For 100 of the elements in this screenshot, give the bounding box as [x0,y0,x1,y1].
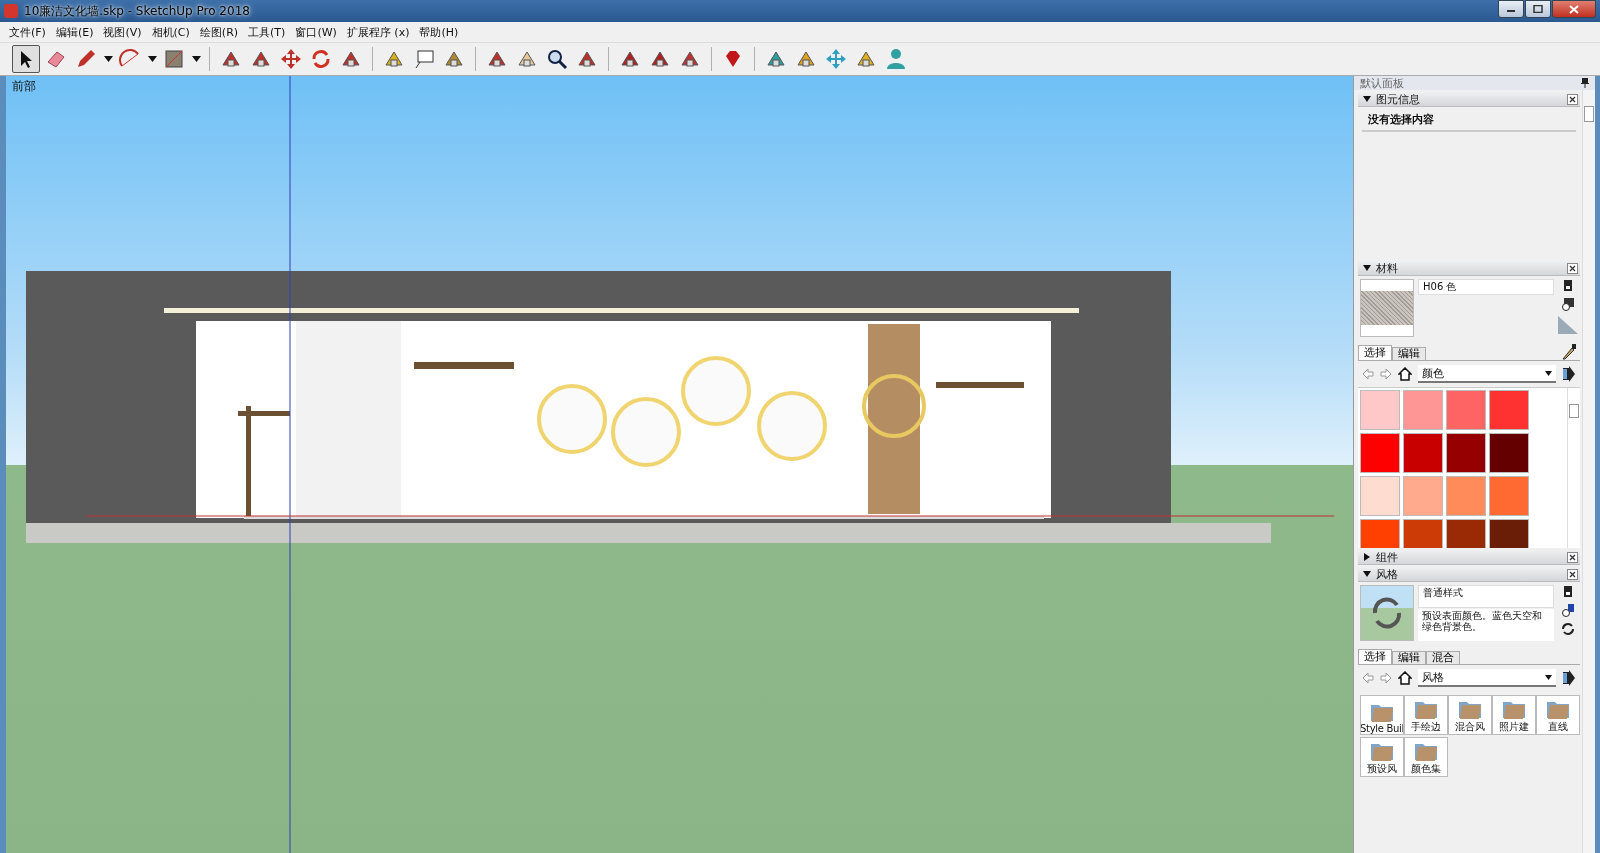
menu-item[interactable]: 帮助(H) [416,24,462,40]
maximize-button[interactable] [1525,0,1551,18]
library-dropdown[interactable]: 风格 [1418,669,1556,687]
section-header[interactable]: 材料 [1358,261,1580,276]
caret-icon [1545,674,1552,680]
section-header[interactable]: 组件 [1358,550,1580,565]
color-swatch[interactable] [1489,519,1529,548]
color-swatch[interactable] [1360,390,1400,430]
color-swatch[interactable] [1446,433,1486,473]
color-swatch[interactable] [1489,476,1529,516]
home-icon[interactable] [1398,367,1412,381]
color-swatch[interactable] [1360,476,1400,516]
window-title: 10廉洁文化墙.skp - SketchUp Pro 2018 [24,2,251,20]
menu-item[interactable]: 绘图(R) [196,24,242,40]
details-arrow-icon[interactable] [1562,670,1576,686]
style-folder[interactable]: Style Buil [1360,695,1404,735]
details-arrow-icon[interactable] [1562,366,1576,382]
color-swatch[interactable] [1403,519,1443,548]
caret-icon [1545,370,1552,376]
panel-title: 默认面板 [1360,75,1404,91]
material-name-field[interactable]: H06 色 [1418,279,1554,295]
text-label-icon [413,48,435,70]
display-toggle-icon[interactable] [1563,279,1573,292]
eyedropper-icon[interactable] [1562,344,1576,360]
caret-icon [147,56,157,62]
menu-item[interactable]: 文件(F) [6,24,49,40]
back-arrow-icon[interactable] [1362,368,1374,380]
scroll-bar[interactable] [1567,388,1580,548]
tool-button[interactable] [12,45,40,73]
color-swatch[interactable] [1360,433,1400,473]
close-button[interactable] [1567,568,1578,580]
style-thumbnail [1360,585,1414,641]
style-folder[interactable]: 预设风 [1360,737,1404,777]
panel-tab[interactable]: 选择 [1358,345,1392,360]
panel-tab[interactable]: 编辑 [1392,651,1426,664]
magnifier-icon [546,48,568,70]
close-icon [1569,4,1579,14]
section-title: 风格 [1376,566,1399,582]
style-folder[interactable]: 手绘边 [1404,695,1448,735]
color-swatch[interactable] [1446,519,1486,548]
pencil-icon [75,48,97,70]
color-swatch[interactable] [1403,476,1443,516]
rotate-icon [310,48,332,70]
menu-item[interactable]: 窗口(W) [292,24,340,40]
minimize-button[interactable] [1498,0,1524,18]
color-swatch[interactable] [1446,390,1486,430]
forward-arrow-icon[interactable] [1380,672,1392,684]
pin-icon[interactable] [1581,78,1589,88]
expanded-triangle-icon [1363,95,1371,103]
panel-tab[interactable]: 混合 [1426,651,1460,664]
maximize-icon [1533,5,1543,13]
section-header[interactable]: 图元信息 [1358,92,1580,107]
person-icon [885,48,907,70]
color-swatch[interactable] [1360,519,1400,548]
no-selection-text: 没有选择内容 [1362,107,1576,132]
expanded-triangle-icon [1363,570,1371,578]
panel-tab[interactable]: 选择 [1358,649,1392,664]
library-dropdown[interactable]: 颜色 [1418,365,1556,383]
close-button[interactable] [1552,0,1596,18]
material-preview [1360,279,1414,337]
style-description: 预设表面颜色。蓝色天空和绿色背景色。 [1418,609,1554,641]
color-swatch[interactable] [1489,390,1529,430]
home-icon[interactable] [1398,671,1412,685]
create-style-icon[interactable] [1561,603,1575,617]
close-button[interactable] [1567,262,1578,274]
color-swatch[interactable] [1446,476,1486,516]
collapsed-triangle-icon [1363,553,1371,561]
caret-icon [103,56,113,62]
style-name-field[interactable]: 普通样式 [1418,585,1554,608]
menu-item[interactable]: 相机(C) [148,24,193,40]
section-title: 图元信息 [1376,91,1421,107]
style-folder[interactable]: 混合风 [1448,695,1492,735]
color-swatch[interactable] [1403,433,1443,473]
style-folder[interactable]: 照片建 [1492,695,1536,735]
scroll-bar[interactable] [1582,90,1595,853]
close-icon [1569,264,1576,272]
section-title: 组件 [1376,549,1399,565]
menu-item[interactable]: 工具(T) [245,24,289,40]
four-arrows-icon [280,48,302,70]
style-folder[interactable]: 颜色集 [1404,737,1448,777]
create-material-icon[interactable] [1561,297,1575,311]
refresh-icon[interactable] [1561,622,1575,636]
cross-arrows-icon [825,48,847,70]
rectangle-icon [163,48,185,70]
color-swatch[interactable] [1403,390,1443,430]
close-button[interactable] [1567,93,1578,105]
display-toggle-icon[interactable] [1563,585,1573,598]
app-logo-icon [4,4,18,18]
menu-item[interactable]: 扩展程序 (x) [343,24,413,40]
menu-item[interactable]: 编辑(E) [52,24,97,40]
panel-tab[interactable]: 编辑 [1392,347,1426,360]
style-folder[interactable]: 直线 [1536,695,1580,735]
back-arrow-icon[interactable] [1362,672,1374,684]
color-swatch[interactable] [1489,433,1529,473]
close-button[interactable] [1567,551,1578,563]
section-header[interactable]: 风格 [1358,567,1580,582]
forward-arrow-icon[interactable] [1380,368,1392,380]
close-icon [1569,570,1576,578]
caret-icon [191,56,201,62]
menu-item[interactable]: 视图(V) [100,24,145,40]
